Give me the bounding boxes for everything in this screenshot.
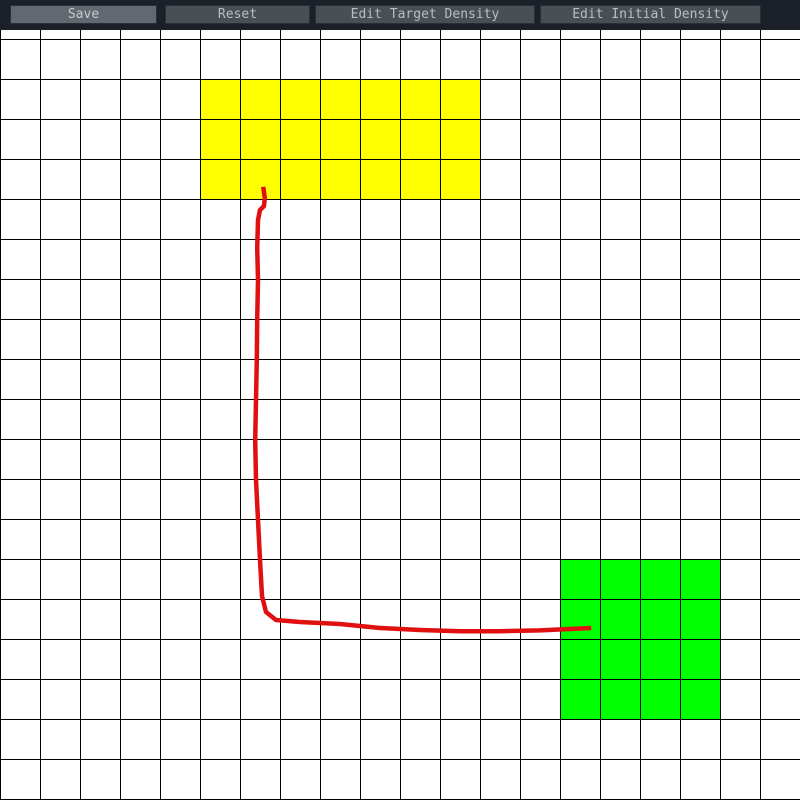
toolbar: Save Reset Edit Target Density Edit Init… [0, 0, 800, 30]
drawn-path-stroke [252, 186, 592, 634]
save-button[interactable]: Save [10, 5, 157, 24]
reset-button[interactable]: Reset [165, 5, 310, 24]
target-density-region[interactable] [200, 79, 481, 200]
edit-initial-density-button[interactable]: Edit Initial Density [540, 5, 761, 24]
density-grid-canvas[interactable] [0, 30, 800, 800]
grid-svg[interactable] [0, 30, 800, 800]
edit-target-density-button[interactable]: Edit Target Density [315, 5, 535, 24]
